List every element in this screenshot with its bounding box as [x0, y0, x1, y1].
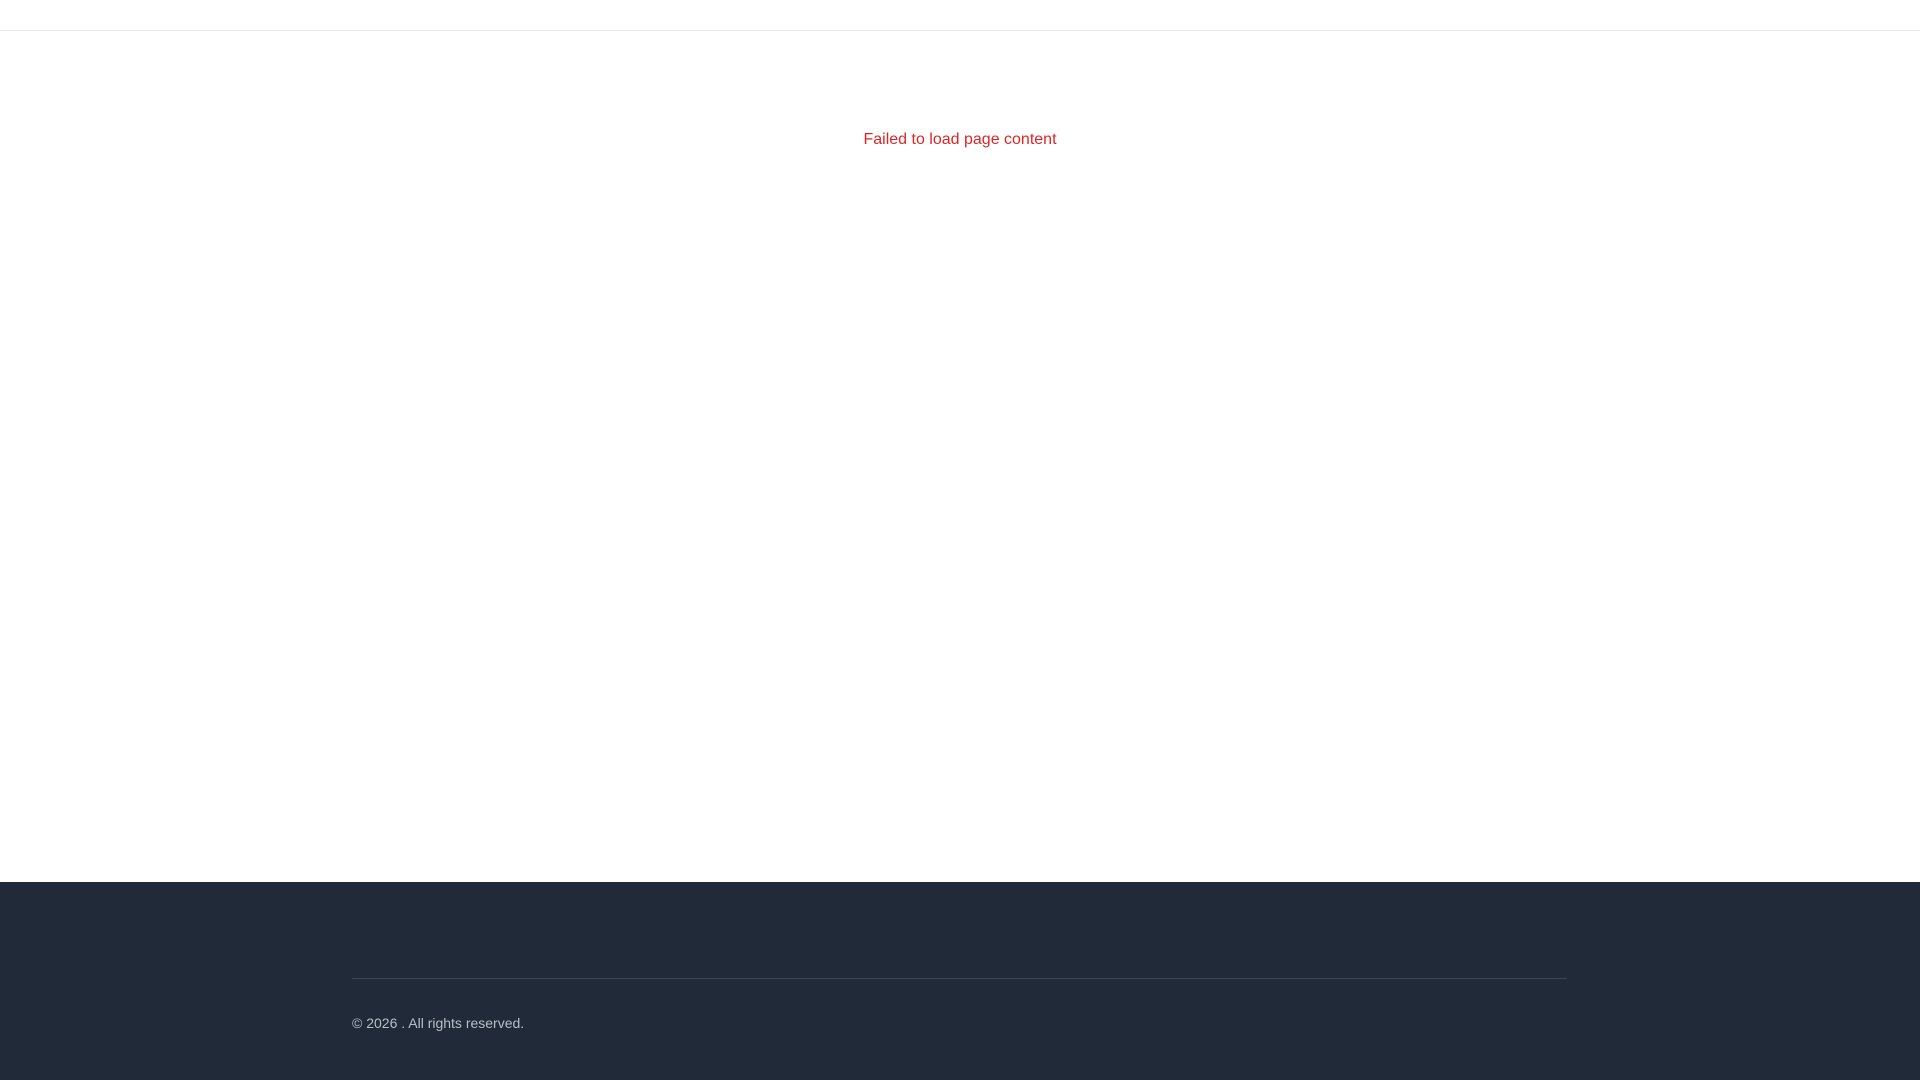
top-header	[0, 0, 1920, 31]
footer: © 2026 . All rights reserved.	[0, 882, 1920, 1080]
footer-divider	[352, 978, 1567, 979]
page: Failed to load page content © 2026 . All…	[0, 0, 1920, 1080]
error-message: Failed to load page content	[863, 131, 1057, 148]
footer-container: © 2026 . All rights reserved.	[352, 882, 1567, 1080]
copyright-text: © 2026 . All rights reserved.	[352, 1015, 525, 1031]
main-content: Failed to load page content	[0, 31, 1920, 882]
